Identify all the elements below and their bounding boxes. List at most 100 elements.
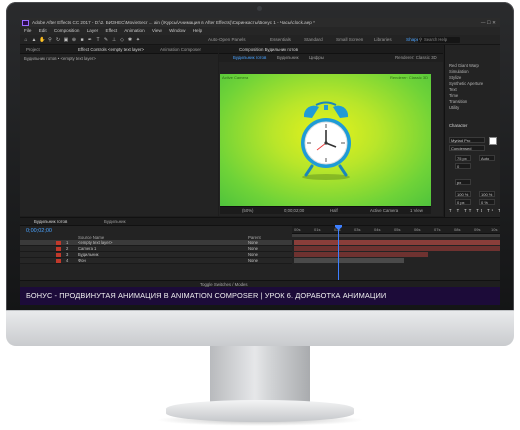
effect-group-synthetic-aperture[interactable]: Synthetic Aperture xyxy=(449,81,483,86)
hand-tool-icon[interactable]: ✋ xyxy=(39,37,45,43)
effect-group-utility[interactable]: Utility xyxy=(449,105,459,110)
menu-file[interactable]: File xyxy=(24,28,31,33)
layer-bar-3[interactable] xyxy=(294,252,428,257)
layer-label-color xyxy=(56,247,61,251)
effect-group-time[interactable]: Time xyxy=(449,93,458,98)
faux-style-buttons[interactable]: T T TT Tt T¹ T₁ xyxy=(449,208,500,213)
ruler-tick: 09s xyxy=(474,227,481,232)
ruler-tick: 06s xyxy=(414,227,421,232)
layer-row-4[interactable]: 4 Фон None xyxy=(20,258,292,264)
composition-viewer[interactable]: Active Camera Renderer: Classic 3D xyxy=(220,74,431,206)
layer-bar-4[interactable] xyxy=(294,258,404,263)
tab-effect-controls[interactable]: Effect Controls <empty text layer> xyxy=(78,46,144,54)
timeline-tabs: Будильник готов Будильник xyxy=(20,218,500,226)
menu-window[interactable]: Window xyxy=(169,28,185,33)
horizontal-scale-field[interactable]: 100 % xyxy=(479,191,495,197)
layer-name: Фон xyxy=(78,258,86,263)
screen: Adobe After Effects CC 2017 - D:\2. БИЗН… xyxy=(20,18,500,305)
ruler-tick: 01s xyxy=(314,227,321,232)
lesson-banner: БОНУС - ПРОДВИНУТАЯ АНИМАЦИЯ В ANIMATION… xyxy=(20,287,500,305)
subtab-budilnik[interactable]: Будильник xyxy=(277,54,299,62)
tab-project[interactable]: Project xyxy=(26,46,40,54)
tab-animation-composer[interactable]: Animation Composer xyxy=(160,46,201,54)
layer-bar-2[interactable] xyxy=(294,246,500,251)
menu-view[interactable]: View xyxy=(152,28,162,33)
selection-tool-icon[interactable]: ▲ xyxy=(31,37,37,43)
lesson-banner-text: БОНУС - ПРОДВИНУТАЯ АНИМАЦИЯ В ANIMATION… xyxy=(26,291,387,300)
renderer-label[interactable]: Renderer: Classic 3D xyxy=(395,54,437,62)
tools-bar: ⌂ ▲ ✋ ⚲ ↻ ▣ ⊕ ■ ✒ T ✎ ⊥ ◇ ✱ ✦ Auto-Open … xyxy=(20,35,500,45)
font-size-field[interactable]: 75 px xyxy=(455,155,471,161)
after-effects-logo-icon xyxy=(22,19,29,26)
menu-bar: File Edit Composition Layer Effect Anima… xyxy=(20,27,500,35)
composition-footer: (50%) 0;00;02;00 Half Active Camera 1 Vi… xyxy=(220,206,431,214)
pen-tool-icon[interactable]: ✒ xyxy=(87,37,93,43)
menu-composition[interactable]: Composition xyxy=(54,28,80,33)
effect-group-stylize[interactable]: Stylize xyxy=(449,75,461,80)
monitor-chin xyxy=(6,310,514,346)
effect-group-red-giant-warp[interactable]: Red Giant Warp xyxy=(449,63,479,68)
effect-group-text[interactable]: Text xyxy=(449,87,457,92)
view-dropdown[interactable]: Active Camera xyxy=(370,208,398,213)
auto-open-panels-checkbox[interactable]: Auto-Open Panels xyxy=(208,35,246,45)
roto-brush-tool-icon[interactable]: ✱ xyxy=(127,37,133,43)
effect-group-transition[interactable]: Transition xyxy=(449,99,467,104)
font-family-dropdown[interactable]: Myriad Pro xyxy=(449,137,485,143)
menu-help[interactable]: Help xyxy=(193,28,202,33)
tsume-field[interactable]: 0 % xyxy=(479,199,495,205)
clone-stamp-tool-icon[interactable]: ⊥ xyxy=(111,37,117,43)
puppet-tool-icon[interactable]: ✦ xyxy=(135,37,141,43)
stroke-width-field[interactable]: px xyxy=(455,179,471,185)
character-panel-title: Character xyxy=(449,123,468,128)
ruler-tick: 00s xyxy=(294,227,301,232)
type-tool-icon[interactable]: T xyxy=(95,37,101,43)
rotate-tool-icon[interactable]: ↻ xyxy=(55,37,61,43)
pan-behind-tool-icon[interactable]: ⊕ xyxy=(71,37,77,43)
tab-timeline-budilnik[interactable]: Будильник xyxy=(104,218,126,226)
kerning-field[interactable]: 0 xyxy=(455,163,471,169)
home-icon[interactable]: ⌂ xyxy=(23,37,29,43)
zoom-dropdown[interactable]: (50%) xyxy=(242,208,253,213)
menu-effect[interactable]: Effect xyxy=(106,28,118,33)
time-ruler[interactable]: 00s 01s 02s 03s 04s 05s 06s 07s 08s 09s … xyxy=(292,226,500,234)
app-titlebar: Adobe After Effects CC 2017 - D:\2. БИЗН… xyxy=(20,18,500,27)
camera-tool-icon[interactable]: ▣ xyxy=(63,37,69,43)
comp-timecode[interactable]: 0;00;02;00 xyxy=(284,208,304,213)
menu-edit[interactable]: Edit xyxy=(39,28,47,33)
layer-bar-1[interactable] xyxy=(294,240,500,245)
baseline-shift-field[interactable]: 0 px xyxy=(455,199,471,205)
rectangle-tool-icon[interactable]: ■ xyxy=(79,37,85,43)
camera-icon xyxy=(257,6,262,11)
zoom-tool-icon[interactable]: ⚲ xyxy=(47,37,53,43)
eraser-tool-icon[interactable]: ◇ xyxy=(119,37,125,43)
work-area-bar[interactable] xyxy=(292,234,500,237)
tab-composition[interactable]: Composition Будильник готов xyxy=(239,46,298,54)
workspace-standard[interactable]: Standard xyxy=(304,35,323,45)
vertical-scale-field[interactable]: 100 % xyxy=(455,191,471,197)
timeline-timecode[interactable]: 0;00;02;00 xyxy=(26,228,52,234)
current-time-indicator[interactable] xyxy=(338,226,339,280)
subtab-cifry[interactable]: Цифры xyxy=(309,54,324,62)
resolution-dropdown[interactable]: Half xyxy=(330,208,338,213)
fill-color-swatch[interactable] xyxy=(489,137,497,145)
effect-controls-breadcrumb: Будильник готов • <empty text layer> xyxy=(24,56,96,61)
workspace-essentials[interactable]: Essentials xyxy=(270,35,291,45)
search-help-field[interactable]: ⚲ Search Help xyxy=(418,37,460,43)
window-controls[interactable]: — ☐ ✕ xyxy=(481,18,496,27)
menu-layer[interactable]: Layer xyxy=(87,28,99,33)
subtab-budilnik-gotov[interactable]: Будильник готов xyxy=(233,54,266,62)
brush-tool-icon[interactable]: ✎ xyxy=(103,37,109,43)
leading-field[interactable]: Auto xyxy=(479,155,495,161)
font-style-dropdown[interactable]: Condensed xyxy=(449,145,485,151)
layer-parent[interactable]: None xyxy=(248,258,258,264)
tab-timeline-budilnik-gotov[interactable]: Будильник готов xyxy=(34,218,67,226)
views-dropdown[interactable]: 1 View xyxy=(410,208,423,213)
workspace-libraries[interactable]: Libraries xyxy=(374,35,392,45)
imac-frame: Adobe After Effects CC 2017 - D:\2. БИЗН… xyxy=(6,2,514,428)
search-help-placeholder: Search Help xyxy=(424,37,448,42)
menu-animation[interactable]: Animation xyxy=(124,28,144,33)
workspace-small-screen[interactable]: Small Screen xyxy=(336,35,363,45)
effect-group-simulation[interactable]: Simulation xyxy=(449,69,469,74)
layer-label-color xyxy=(56,259,61,263)
search-icon: ⚲ xyxy=(419,37,423,42)
